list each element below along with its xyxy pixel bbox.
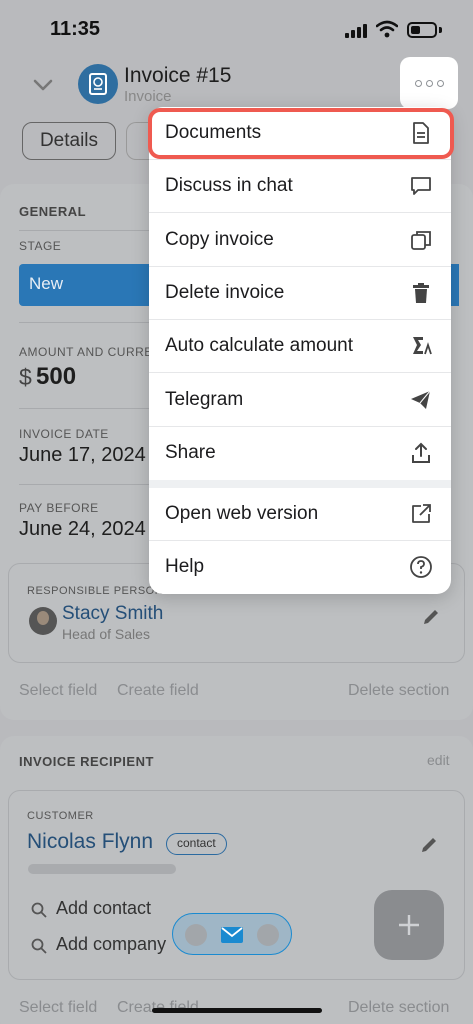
select-field-link[interactable]: Select field <box>19 682 97 700</box>
battery-icon <box>407 22 437 38</box>
plus-icon <box>399 915 419 935</box>
amount-currency: $ <box>19 364 32 390</box>
menu-item-open-web-version[interactable]: Open web version <box>149 488 451 541</box>
edit-link[interactable]: edit <box>427 752 450 768</box>
chat-icon[interactable] <box>257 924 279 946</box>
edit-pencil-icon[interactable] <box>419 835 439 855</box>
search-icon <box>31 902 47 918</box>
pay-before-label: PAY BEFORE <box>19 501 99 515</box>
responsible-name[interactable]: Stacy Smith <box>62 603 163 625</box>
contact-badge: contact <box>166 833 227 855</box>
menu-item-discuss-in-chat[interactable]: Discuss in chat <box>149 160 451 213</box>
section-title-recipient: INVOICE RECIPIENT <box>19 754 154 769</box>
menu-item-label: Discuss in chat <box>165 175 293 196</box>
responsible-title: Head of Sales <box>62 626 150 642</box>
telegram-icon <box>411 390 431 409</box>
signal-icon <box>345 24 369 38</box>
responsible-label: RESPONSIBLE PERSON <box>27 585 164 597</box>
invoice-date-value[interactable]: June 17, 2024 <box>19 444 146 467</box>
add-button[interactable] <box>374 890 444 960</box>
trash-icon <box>413 283 429 303</box>
amount-value[interactable]: 500 <box>36 363 76 391</box>
document-icon <box>413 122 429 144</box>
copy-icon <box>411 231 431 250</box>
menu-item-label: Telegram <box>165 389 244 410</box>
customer-email-blurred <box>28 864 176 874</box>
external-link-icon <box>412 504 431 523</box>
home-indicator <box>152 1008 322 1013</box>
amount-label: AMOUNT AND CURRE <box>19 345 153 359</box>
menu-item-label: Auto calculate amount <box>165 335 354 356</box>
add-contact-link[interactable]: Add contact <box>56 898 151 919</box>
pay-before-value[interactable]: June 24, 2024 <box>19 518 146 541</box>
menu-item-label: Delete invoice <box>165 282 285 303</box>
menu-item-label: Open web version <box>165 503 319 524</box>
more-options-button[interactable] <box>400 57 458 109</box>
menu-item-documents[interactable]: Documents <box>149 107 451 160</box>
menu-item-telegram[interactable]: Telegram <box>149 374 451 427</box>
menu-item-auto-calculate[interactable]: Auto calculate amount <box>149 320 451 373</box>
customer-name[interactable]: Nicolas Flynn <box>27 830 153 854</box>
edit-pencil-icon[interactable] <box>421 607 441 627</box>
communication-bar <box>172 913 292 955</box>
actions-menu: Documents Discuss in chat Copy invoice D… <box>149 107 451 594</box>
menu-item-label: Documents <box>165 122 262 143</box>
stage-value: New <box>29 274 64 293</box>
share-icon <box>412 442 430 463</box>
menu-item-label: Copy invoice <box>165 229 274 250</box>
search-icon <box>31 938 47 954</box>
page-title: Invoice #15 <box>124 64 232 87</box>
status-bar: 11:35 <box>0 0 473 56</box>
menu-item-help[interactable]: Help <box>149 541 451 594</box>
menu-item-label: Share <box>165 442 216 463</box>
section-title-general: GENERAL <box>19 204 87 219</box>
stage-label: STAGE <box>19 239 62 253</box>
chevron-down-icon[interactable] <box>32 74 54 96</box>
customer-label: CUSTOMER <box>27 810 94 822</box>
phone-icon[interactable] <box>185 924 207 946</box>
page-subtitle: Invoice <box>124 88 172 105</box>
menu-divider <box>149 480 451 488</box>
chat-icon <box>411 177 431 195</box>
select-field-link[interactable]: Select field <box>19 999 97 1017</box>
invoice-date-label: INVOICE DATE <box>19 427 109 441</box>
avatar <box>29 607 57 635</box>
menu-item-label: Help <box>165 556 205 577</box>
delete-section-link[interactable]: Delete section <box>348 999 449 1017</box>
delete-section-link[interactable]: Delete section <box>348 682 449 700</box>
wifi-icon <box>376 20 398 38</box>
sigma-icon <box>413 337 432 355</box>
tab-details[interactable]: Details <box>22 122 116 160</box>
help-icon <box>410 556 432 578</box>
menu-item-share[interactable]: Share <box>149 427 451 480</box>
status-time: 11:35 <box>50 18 101 40</box>
create-field-link[interactable]: Create field <box>117 682 199 700</box>
mail-icon[interactable] <box>220 926 244 944</box>
invoice-icon <box>78 64 118 104</box>
menu-item-copy-invoice[interactable]: Copy invoice <box>149 214 451 267</box>
menu-item-delete-invoice[interactable]: Delete invoice <box>149 267 451 320</box>
add-company-link[interactable]: Add company <box>56 934 166 955</box>
